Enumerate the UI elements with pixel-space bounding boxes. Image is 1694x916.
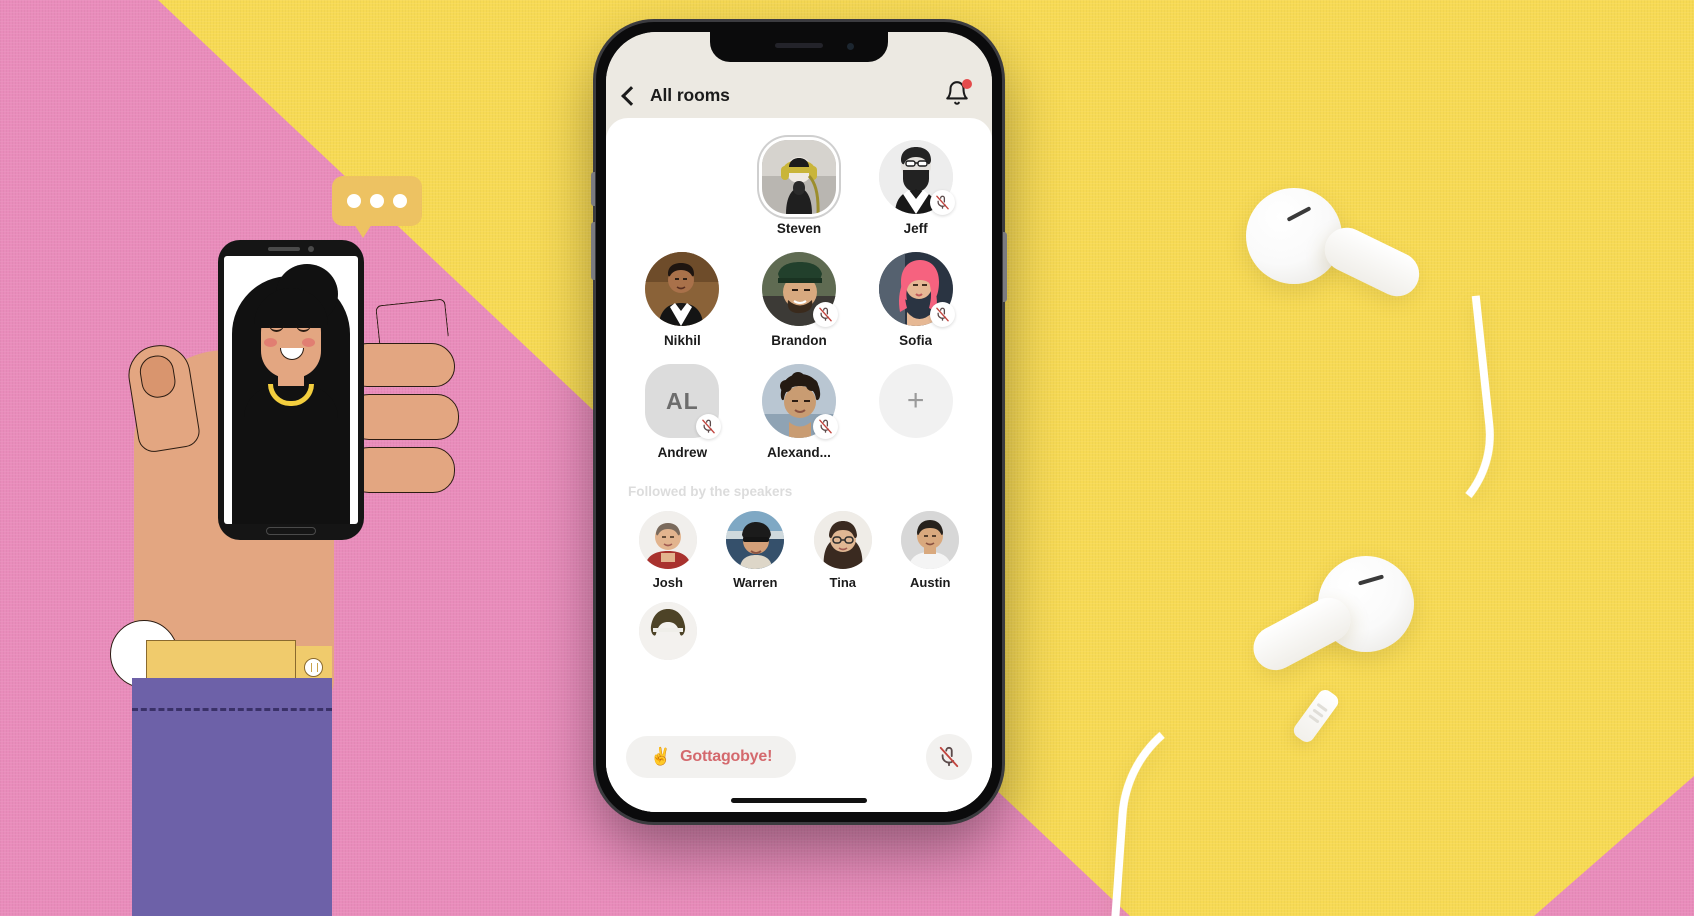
avatar-wrapper [878,140,955,215]
illustration-phone-home-button [266,527,316,535]
room-scroll-area[interactable]: Steven Jeff Nikhil Brandon Sofia AL Andr… [606,118,992,720]
speaker-name: Alexand... [767,445,831,460]
add-speaker-button[interactable]: + [870,364,962,460]
illustration-sleeve-stitching [132,708,332,711]
follower-austin[interactable]: Austin [892,511,968,590]
bell-icon[interactable] [944,79,972,106]
follower-partial-row[interactable] [630,602,706,666]
speech-bubble-dot-3 [393,194,407,208]
avatar-wrapper [878,252,955,327]
illustration-thumbnail [137,353,178,400]
illustration-phone-speaker [268,247,300,251]
avatar-wrapper [761,252,838,327]
ios-home-indicator[interactable] [731,798,867,803]
speaker-brandon[interactable]: Brandon [753,252,845,348]
illustration-knuckle [375,298,449,344]
mic-muted-icon[interactable] [926,734,972,780]
hand-holding-phone-illustration [110,150,470,916]
phone-screen: All rooms Steven Jeff Nikhil Brandon Sof… [606,32,992,812]
speaker-nikhil[interactable]: Nikhil [636,252,728,348]
follower-name: Warren [733,575,778,590]
mic-muted-icon [929,302,955,327]
avatar [638,511,697,569]
illustration-phone-camera [308,246,314,252]
follower-tina[interactable]: Tina [805,511,881,590]
avatar [901,511,960,569]
speech-bubble-dot-2 [370,194,384,208]
avatar-wrapper [761,364,838,439]
page-title: All rooms [650,85,730,105]
iphone-notch [710,32,888,62]
iphone-earpiece-speaker [775,43,823,48]
followed-section-title: Followed by the speakers [628,484,793,499]
leave-room-label: Gottagobye! [680,748,773,765]
speaker-name: Brandon [771,333,827,348]
peace-hand-emoji: ✌️ [650,747,672,766]
illustration-sleeve [132,678,332,916]
speaker-steven[interactable]: Steven [753,140,845,236]
chevron-left-icon[interactable] [621,85,641,106]
room-sheet: Steven Jeff Nikhil Brandon Sofia AL Andr… [606,118,992,812]
followed-people-grid: Josh Warren Tina Austin [624,511,974,666]
speaker-name: Sofia [899,333,933,348]
speaker-name: Jeff [903,221,928,236]
illustration-phone [218,240,364,540]
avatar-wrapper: + [878,364,953,438]
avatar-wrapper: AL [645,364,722,439]
illustration-woman-body [244,386,338,524]
avatar [726,511,785,569]
avatar [645,252,720,326]
speakers-grid: Steven Jeff Nikhil Brandon Sofia AL Andr… [624,140,974,460]
speech-bubble-icon [332,176,422,238]
speaker-jeff[interactable]: Jeff [870,140,962,236]
speaker-sofia[interactable]: Sofia [870,252,962,348]
mic-muted-icon [696,414,722,439]
mic-muted-icon [812,302,838,327]
iphone-power-button[interactable] [1003,232,1007,302]
iphone-front-camera [847,43,854,50]
follower-name: Tina [829,575,857,590]
speaker-name: Steven [776,221,822,236]
avatar [813,511,872,569]
speaker-andrew[interactable]: AL Andrew [636,364,728,460]
follower-josh[interactable]: Josh [630,511,706,590]
follower-name: Austin [910,575,951,590]
mic-muted-icon [929,190,955,215]
avatar [638,602,697,660]
notification-badge-dot [962,79,972,89]
speaker-alexander[interactable]: Alexand... [753,364,845,460]
follower-warren[interactable]: Warren [717,511,793,590]
speech-bubble-dot-1 [347,194,361,208]
illustration-woman-blush-right [302,338,315,347]
mic-muted-icon [812,414,838,439]
avatar-wrapper [761,140,836,214]
speaker-name: Nikhil [663,333,701,348]
follower-name: Josh [652,575,683,590]
avatar [761,140,836,214]
avatar-wrapper [645,252,720,326]
header-left-group: All rooms [621,85,730,106]
leave-room-button[interactable]: ✌️ Gottagobye! [626,736,797,778]
iphone-device-mockup: All rooms Steven Jeff Nikhil Brandon Sof… [591,22,1007,822]
speaker-name: Andrew [657,445,708,460]
earbud-top-head [1246,188,1342,284]
illustration-cuff-button [304,658,323,677]
illustration-woman-blush-left [264,338,277,347]
plus-icon: + [878,364,953,438]
illustration-phone-screen [224,256,358,524]
